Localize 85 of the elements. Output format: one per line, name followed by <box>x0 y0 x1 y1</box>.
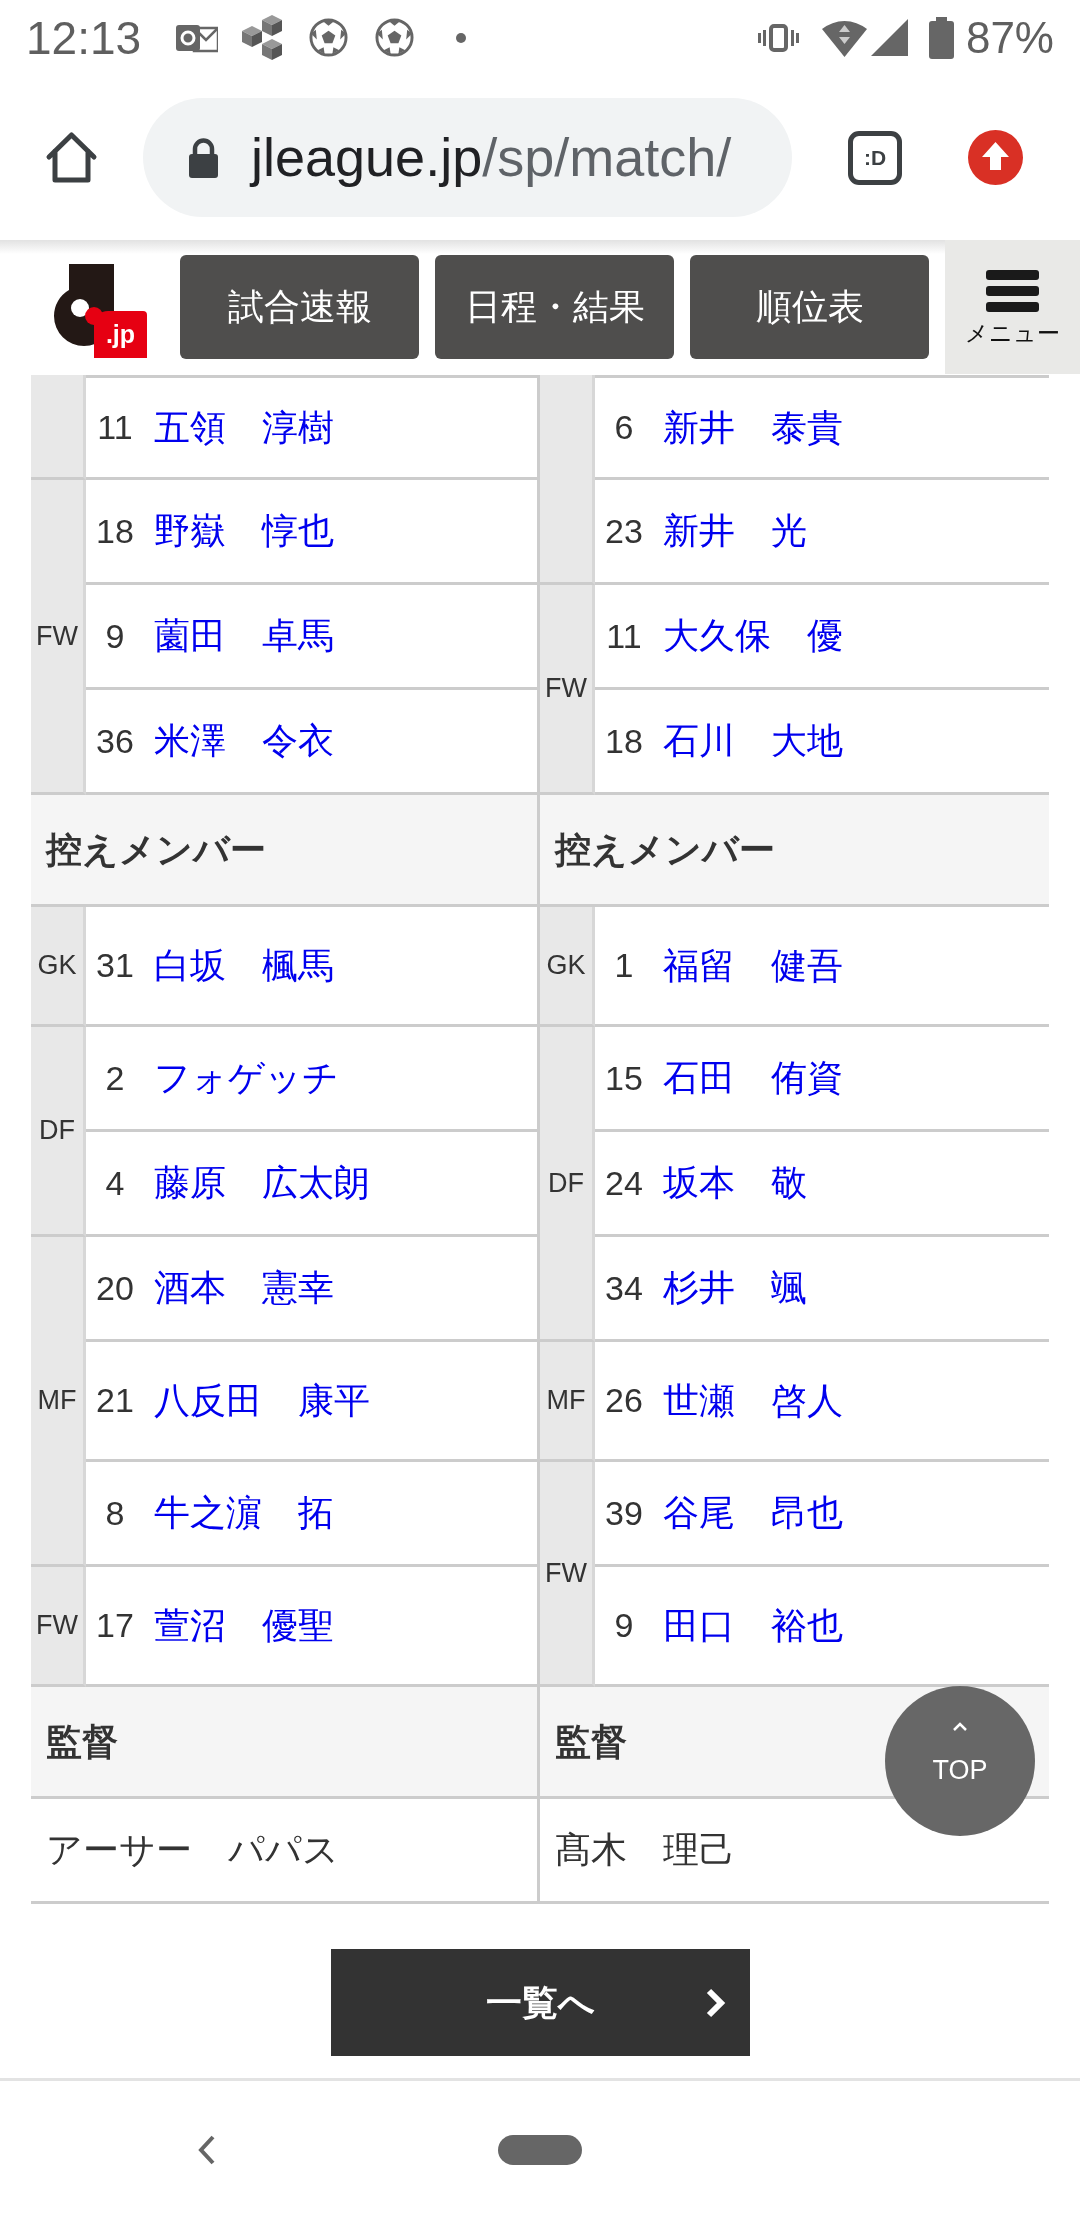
position-label: FW <box>545 1556 587 1590</box>
shirt-number: 23 <box>604 510 644 552</box>
nav-button[interactable]: 試合速報 <box>180 255 419 359</box>
position-label: GK <box>546 949 586 982</box>
battery-icon <box>928 16 954 59</box>
player-name-link[interactable]: 白坂 楓馬 <box>154 943 334 988</box>
menu-button[interactable]: メニュー <box>945 240 1080 374</box>
position-label: DF <box>39 1114 75 1147</box>
shirt-number: 18 <box>604 720 644 762</box>
player-name-link[interactable]: 石田 侑資 <box>663 1056 843 1100</box>
shirt-number: 4 <box>104 1162 126 1204</box>
tab-switcher-button[interactable]: :D <box>848 130 902 185</box>
shirt-number: 26 <box>604 1380 644 1421</box>
vibrate-icon <box>757 23 799 52</box>
player-name-link[interactable]: 萱沼 優聖 <box>154 1603 334 1648</box>
shirt-number: 11 <box>96 407 134 448</box>
player-name-link[interactable]: 牛之濵 拓 <box>154 1491 334 1535</box>
player-name-link[interactable]: 新井 光 <box>663 509 807 553</box>
dot-icon <box>456 32 467 43</box>
lock-icon <box>187 137 220 178</box>
shirt-number: 2 <box>104 1057 126 1099</box>
shirt-number: 11 <box>605 615 643 657</box>
player-name-link[interactable]: 五領 淳樹 <box>154 405 334 450</box>
player-name-link[interactable]: 世瀬 啓人 <box>663 1378 843 1423</box>
soccer-ball-icon <box>375 18 415 57</box>
shirt-number: 17 <box>95 1605 135 1646</box>
wifi-icon <box>821 18 867 57</box>
caret-up-icon <box>952 1722 968 1731</box>
shirt-number: 6 <box>613 407 635 448</box>
shirt-number: 39 <box>604 1492 644 1534</box>
domain-tab[interactable]: .jp <box>94 311 147 358</box>
list-page-button[interactable]: 一覧へ <box>330 1949 750 2056</box>
manager-name: アーサー パパス <box>46 1828 339 1872</box>
player-name-link[interactable]: 福留 健吾 <box>663 943 843 988</box>
position-label: DF <box>548 1166 584 1200</box>
soccer-ball-icon <box>309 18 349 57</box>
position-label: GK <box>37 949 77 982</box>
position-label: FW <box>36 619 78 653</box>
shirt-number: 20 <box>95 1267 135 1309</box>
nav-button[interactable]: 順位表 <box>690 255 929 359</box>
shirt-number: 9 <box>104 615 126 657</box>
shirt-number: 21 <box>95 1380 135 1421</box>
home-bar-icon[interactable] <box>498 2134 582 2165</box>
shirt-number: 9 <box>613 1605 635 1646</box>
shirt-number: 34 <box>604 1267 644 1309</box>
player-name-link[interactable]: 杉井 颯 <box>663 1266 807 1310</box>
position-label: MF <box>546 1384 586 1417</box>
battery-percent: 87% <box>965 15 1054 60</box>
player-name-link[interactable]: 田口 裕也 <box>663 1603 843 1648</box>
position-label: FW <box>545 672 587 705</box>
section-title: 監督 <box>555 1719 627 1764</box>
back-icon[interactable] <box>197 2133 217 2166</box>
player-name-link[interactable]: 藤原 広太朗 <box>154 1161 370 1205</box>
home-icon[interactable] <box>45 131 98 184</box>
player-name-link[interactable]: 石川 大地 <box>663 719 843 763</box>
player-name-link[interactable]: 酒本 憲幸 <box>154 1266 334 1310</box>
section-title: 監督 <box>46 1719 118 1764</box>
shirt-number: 31 <box>95 945 135 986</box>
shirt-number: 15 <box>604 1057 644 1099</box>
clock-time: 12:13 <box>26 14 142 61</box>
section-title: 控えメンバー <box>46 827 266 872</box>
shirt-number: 8 <box>104 1492 126 1534</box>
player-name-link[interactable]: 大久保 優 <box>663 614 843 658</box>
address-bar[interactable]: jleague.jp/sp/match/ <box>143 98 792 217</box>
player-name-link[interactable]: 坂本 敬 <box>663 1161 807 1205</box>
position-label: FW <box>36 1609 78 1642</box>
player-name-link[interactable]: フォゲッチ <box>154 1056 339 1100</box>
chevron-right-icon <box>704 1986 726 2019</box>
mail-icon <box>176 22 219 53</box>
player-name-link[interactable]: 新井 泰貴 <box>663 405 843 450</box>
shirt-number: 36 <box>95 720 135 762</box>
player-name-link[interactable]: 谷尾 昂也 <box>663 1491 843 1535</box>
player-name-link[interactable]: 薗田 卓馬 <box>154 614 334 658</box>
nav-button[interactable]: 日程・結果 <box>435 255 674 359</box>
player-name-link[interactable]: 野嶽 惇也 <box>154 509 334 553</box>
menu-icon <box>986 269 1039 312</box>
shirt-number: 24 <box>604 1162 644 1204</box>
shirt-number: 1 <box>613 945 635 986</box>
player-name-link[interactable]: 米澤 令衣 <box>154 719 334 763</box>
signal-icon <box>870 19 908 56</box>
player-name-link[interactable]: 八反田 康平 <box>154 1378 370 1423</box>
section-title: 控えメンバー <box>555 827 775 872</box>
position-label: MF <box>37 1384 77 1417</box>
shirt-number: 18 <box>95 510 135 552</box>
manager-name: 髙木 理己 <box>555 1828 735 1872</box>
